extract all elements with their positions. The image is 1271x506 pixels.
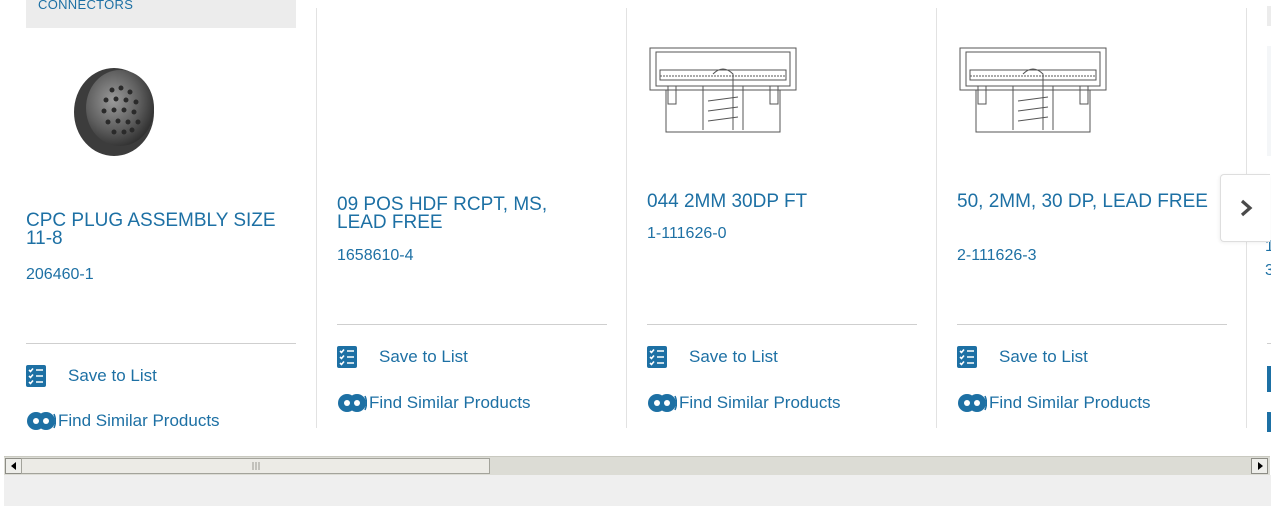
product-image[interactable]: [66, 62, 166, 162]
product-title-link[interactable]: CPC PLUG ASSEMBLY SIZE 11-8: [26, 211, 301, 248]
find-similar-button[interactable]: Find Similar Products: [647, 390, 841, 416]
checklist-icon: [337, 346, 357, 368]
product-image[interactable]: [1267, 46, 1271, 156]
divider: [1267, 343, 1271, 344]
save-to-list-button[interactable]: Save to List: [957, 346, 1088, 368]
product-title-link[interactable]: 044 2MM 30DP FT: [647, 192, 907, 211]
checklist-icon: [26, 365, 46, 387]
save-to-list-label: Save to List: [689, 347, 778, 366]
product-image[interactable]: [648, 46, 798, 136]
part-number: 2-111626-3: [957, 247, 1037, 264]
divider: [337, 324, 607, 325]
horizontal-scrollbar[interactable]: [4, 456, 1270, 475]
find-similar-button[interactable]: Find Similar Products: [26, 408, 220, 434]
product-title-link[interactable]: 09 POS HDF RCPT, MS, LEAD FREE: [337, 195, 597, 232]
scroll-right-button[interactable]: [1251, 458, 1268, 474]
lower-panel: [4, 475, 1271, 506]
part-number: 206460-1: [26, 266, 94, 283]
carousel-next-button[interactable]: [1220, 174, 1270, 242]
product-image[interactable]: [958, 46, 1108, 136]
category-tag: CONNECTORS: [26, 0, 296, 28]
gears-icon: [27, 412, 56, 430]
category-tag: [1267, 6, 1271, 26]
part-number: 1658610-4: [337, 247, 414, 264]
find-similar-button[interactable]: Find Similar Products: [957, 390, 1151, 416]
chevron-right-icon: [1240, 199, 1252, 217]
part-number: 1-111626-0: [647, 225, 727, 242]
product-title-link[interactable]: 50, 2MM, 30 DP, LEAD FREE: [957, 192, 1217, 211]
save-to-list-button[interactable]: Save to List: [337, 346, 468, 368]
gears-icon[interactable]: [1267, 412, 1271, 432]
checklist-icon: [647, 346, 667, 368]
save-to-list-button[interactable]: Save to List: [647, 346, 778, 368]
divider: [26, 343, 296, 344]
product-card: 50, 2MM, 30 DP, LEAD FREE 2-111626-3 Sav…: [936, 0, 1246, 428]
divider: [647, 324, 917, 325]
find-similar-label: Find Similar Products: [679, 393, 841, 412]
checklist-icon[interactable]: [1267, 366, 1271, 392]
product-card: CONNECTORS CPC PLUG ASSEMBLY SIZE 11-8 2…: [6, 0, 316, 430]
scroll-left-button[interactable]: [5, 458, 22, 474]
find-similar-label: Find Similar Products: [369, 393, 531, 412]
find-similar-label: Find Similar Products: [58, 411, 220, 430]
scrollbar-thumb[interactable]: [21, 458, 490, 474]
arrow-left-icon: [10, 462, 16, 470]
grip-icon: [252, 462, 259, 470]
save-to-list-label: Save to List: [379, 347, 468, 366]
product-carousel: CONNECTORS CPC PLUG ASSEMBLY SIZE 11-8 2…: [0, 0, 1271, 456]
gears-icon: [338, 394, 367, 412]
category-label: CONNECTORS: [38, 0, 134, 12]
gears-icon: [958, 394, 987, 412]
find-similar-button[interactable]: Find Similar Products: [337, 390, 531, 416]
checklist-icon: [957, 346, 977, 368]
save-to-list-label: Save to List: [68, 366, 157, 385]
gears-icon: [648, 394, 677, 412]
find-similar-label: Find Similar Products: [989, 393, 1151, 412]
product-card: 09 POS HDF RCPT, MS, LEAD FREE 1658610-4…: [316, 0, 626, 428]
part-number: 3: [1265, 262, 1271, 279]
save-to-list-label: Save to List: [999, 347, 1088, 366]
save-to-list-button[interactable]: Save to List: [26, 365, 157, 387]
product-card: 044 2MM 30DP FT 1-111626-0 Save to List …: [626, 0, 936, 428]
divider: [957, 324, 1227, 325]
arrow-right-icon: [1257, 462, 1263, 470]
